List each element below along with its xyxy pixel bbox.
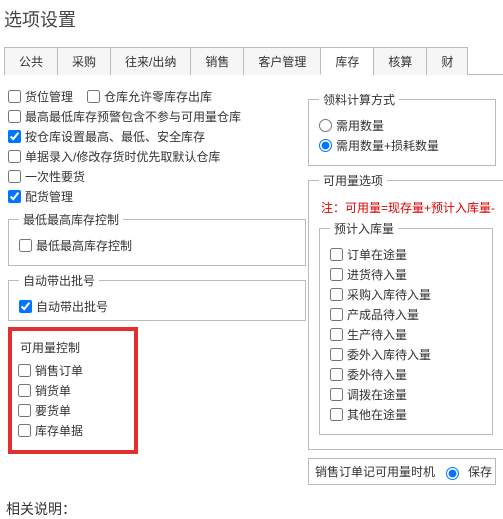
radio-need-qty[interactable] [319, 119, 332, 132]
lbl-sales-order: 销售订单 [35, 362, 83, 379]
chk-minmax-control[interactable] [19, 239, 32, 252]
chk-purchase-pending-in[interactable] [330, 268, 343, 281]
lbl-purchase-in-pending: 采购入库待入量 [347, 286, 431, 303]
lbl-finished-goods-pending: 产成品待入量 [347, 306, 419, 323]
tab-public[interactable]: 公共 [4, 47, 58, 75]
lbl-zero-stock-out: 仓库允许零库存出库 [104, 88, 212, 105]
legend-auto-batch: 自动带出批号 [19, 272, 99, 289]
group-available-control: 可用量控制 销售订单 销货单 要货单 库存单据 [8, 327, 138, 454]
chk-default-warehouse-first[interactable] [8, 150, 21, 163]
lbl-timing-save: 保存 [468, 463, 492, 480]
group-auto-batch: 自动带出批号 自动带出批号 [8, 272, 306, 321]
tab-purchase[interactable]: 采购 [57, 47, 111, 75]
group-available-options: 可用量选项 注：可用量=现存量+预计入库量- 预计入库量 订单在途量 进货待入量… [308, 172, 503, 450]
chk-inventory-bill[interactable] [18, 424, 31, 437]
row-sales-order-timing: 销售订单记可用量时机 保存 [308, 458, 496, 485]
chk-request-bill[interactable] [18, 404, 31, 417]
chk-other-transit[interactable] [330, 408, 343, 421]
legend-expected-in: 预计入库量 [330, 220, 398, 237]
lbl-sales-order-timing: 销售订单记可用量时机 [315, 463, 435, 480]
group-expected-in: 预计入库量 订单在途量 进货待入量 采购入库待入量 产成品待入量 生产待入量 委… [319, 220, 493, 435]
chk-sales-bill[interactable] [18, 384, 31, 397]
tab-sales[interactable]: 销售 [190, 47, 244, 75]
chk-location-mgmt[interactable] [8, 90, 21, 103]
lbl-order-transit: 订单在途量 [347, 246, 407, 263]
group-minmax-control: 最低最高库存控制 最低最高库存控制 [8, 211, 306, 266]
chk-sales-order[interactable] [18, 364, 31, 377]
lbl-location-mgmt: 货位管理 [25, 88, 73, 105]
lbl-minmax-warn-exclude: 最高最低库存预警包含不参与可用量仓库 [25, 108, 241, 125]
lbl-minmax-control: 最低最高库存控制 [36, 237, 132, 254]
chk-outsource-pending[interactable] [330, 368, 343, 381]
lbl-default-warehouse-first: 单据录入/修改存货时优先取默认仓库 [25, 148, 220, 165]
chk-minmax-warn-exclude[interactable] [8, 110, 21, 123]
legend-material-calc: 领料计算方式 [319, 91, 399, 108]
lbl-per-warehouse-levels: 按仓库设置最高、最低、安全库存 [25, 128, 205, 145]
lbl-other-transit: 其他在途量 [347, 406, 407, 423]
lbl-distribution-mgmt: 配货管理 [25, 188, 73, 205]
chk-finished-goods-pending[interactable] [330, 308, 343, 321]
tab-accounting[interactable]: 核算 [373, 47, 427, 75]
lbl-outsource-pending: 委外待入量 [347, 366, 407, 383]
group-material-calc: 领料计算方式 需用数量 需用数量+损耗数量 [308, 91, 496, 166]
page-title: 选项设置 [0, 0, 503, 42]
chk-per-warehouse-levels[interactable] [8, 130, 21, 143]
tab-finance[interactable]: 财 [426, 47, 468, 75]
content-area: 货位管理 仓库允许零库存出库 最高最低库存预警包含不参与可用量仓库 按仓库设置最… [0, 75, 503, 485]
lbl-inventory-bill: 库存单据 [35, 422, 83, 439]
radio-need-plus-loss[interactable] [319, 139, 332, 152]
lbl-transfer-transit: 调拨在途量 [347, 386, 407, 403]
chk-distribution-mgmt[interactable] [8, 190, 21, 203]
chk-outsource-in-pending[interactable] [330, 348, 343, 361]
chk-order-transit[interactable] [330, 248, 343, 261]
right-column: 领料计算方式 需用数量 需用数量+损耗数量 可用量选项 注：可用量=现存量+预计… [308, 85, 498, 485]
lbl-outsource-in-pending: 委外入库待入量 [347, 346, 431, 363]
tab-ar-ap[interactable]: 往来/出纳 [110, 47, 191, 75]
chk-transfer-transit[interactable] [330, 388, 343, 401]
chk-purchase-in-pending[interactable] [330, 288, 343, 301]
left-column: 货位管理 仓库允许零库存出库 最高最低库存预警包含不参与可用量仓库 按仓库设置最… [8, 85, 308, 485]
radio-timing-save[interactable] [446, 467, 459, 480]
lbl-one-time-request: 一次性要货 [25, 168, 85, 185]
lbl-purchase-pending-in: 进货待入量 [347, 266, 407, 283]
footer-note: 相关说明： [6, 499, 503, 519]
chk-zero-stock-out[interactable] [87, 90, 100, 103]
lbl-production-pending: 生产待入量 [347, 326, 407, 343]
legend-available-options: 可用量选项 [319, 172, 387, 189]
chk-auto-batch[interactable] [19, 300, 32, 313]
tab-bar: 公共 采购 往来/出纳 销售 客户管理 库存 核算 财 [4, 46, 503, 75]
lbl-auto-batch: 自动带出批号 [36, 298, 108, 315]
lbl-need-qty: 需用数量 [336, 117, 384, 134]
legend-available-control: 可用量控制 [20, 339, 128, 356]
note-available-formula: 注：可用量=现存量+预计入库量- [321, 199, 495, 216]
lbl-sales-bill: 销货单 [35, 382, 71, 399]
lbl-need-plus-loss: 需用数量+损耗数量 [336, 137, 439, 154]
tab-customer[interactable]: 客户管理 [243, 47, 321, 75]
lbl-request-bill: 要货单 [35, 402, 71, 419]
tab-inventory[interactable]: 库存 [320, 47, 374, 75]
legend-minmax-control: 最低最高库存控制 [19, 211, 123, 228]
chk-one-time-request[interactable] [8, 170, 21, 183]
chk-production-pending[interactable] [330, 328, 343, 341]
